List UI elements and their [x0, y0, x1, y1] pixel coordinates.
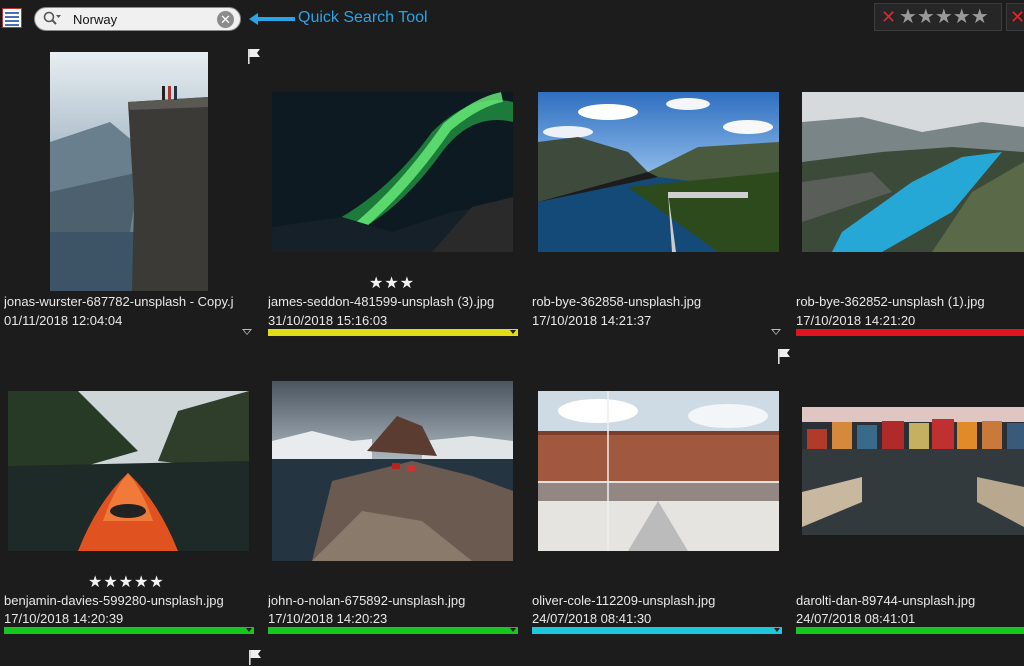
date: 17/10/2018 14:21:20: [796, 313, 916, 328]
clear-rating-icon[interactable]: ✕: [881, 7, 896, 27]
chevron-down-icon[interactable]: [771, 329, 781, 335]
filename: john-o-nolan-675892-unsplash.jpg: [268, 593, 466, 608]
search-icon[interactable]: [43, 11, 61, 27]
color-label-cyan[interactable]: [532, 627, 782, 634]
color-label-green[interactable]: [4, 627, 254, 634]
filename: oliver-cole-112209-unsplash.jpg: [532, 593, 716, 608]
star-rating[interactable]: ★★★: [369, 273, 415, 293]
arrow-left-icon: [249, 13, 295, 25]
photo[interactable]: [538, 391, 779, 551]
flag-icon[interactable]: [248, 649, 262, 665]
clear-search-icon[interactable]: ✕: [217, 11, 234, 28]
photo[interactable]: [802, 407, 1024, 535]
date: 24/07/2018 08:41:30: [532, 611, 652, 626]
color-label-yellow[interactable]: [268, 329, 518, 336]
chevron-down-icon[interactable]: [774, 628, 780, 632]
date: 24/07/2018 08:41:01: [796, 611, 916, 626]
color-label-red[interactable]: [796, 329, 1024, 336]
toolbar: ✕ Quick Search Tool ✕ ★★★★★ ✕: [0, 0, 1024, 38]
date: 17/10/2018 14:21:37: [532, 313, 652, 328]
callout-label: Quick Search Tool: [298, 9, 428, 26]
date: 01/11/2018 12:04:04: [4, 313, 123, 328]
flag-icon[interactable]: [247, 48, 261, 64]
color-label-filter[interactable]: ✕: [1006, 3, 1024, 31]
flag-icon[interactable]: [777, 348, 791, 364]
date: 17/10/2018 14:20:39: [4, 611, 124, 626]
filename: james-seddon-481599-unsplash (3).jpg: [268, 294, 495, 309]
filename: rob-bye-362852-unsplash (1).jpg: [796, 294, 985, 309]
chevron-down-icon[interactable]: [242, 329, 252, 335]
chevron-down-icon[interactable]: [510, 628, 516, 632]
star-rating[interactable]: ★★★★★: [88, 572, 165, 592]
date: 31/10/2018 15:16:03: [268, 313, 388, 328]
filename: jonas-wurster-687782-unsplash - Copy.j: [4, 294, 234, 309]
photo[interactable]: [538, 92, 779, 252]
quick-search-box[interactable]: ✕: [34, 7, 241, 31]
photo[interactable]: [272, 381, 513, 561]
rating-filter-stars[interactable]: ★★★★★: [899, 6, 989, 28]
rating-filter[interactable]: ✕ ★★★★★: [874, 3, 1002, 31]
photo[interactable]: [8, 391, 249, 551]
search-input[interactable]: [73, 10, 223, 28]
filename: darolti-dan-89744-unsplash.jpg: [796, 593, 976, 608]
grid-view-icon[interactable]: [2, 8, 22, 28]
filename: benjamin-davies-599280-unsplash.jpg: [4, 593, 224, 608]
photo[interactable]: [802, 92, 1024, 252]
color-label-green[interactable]: [268, 627, 518, 634]
clear-label-icon[interactable]: ✕: [1010, 7, 1024, 27]
photo[interactable]: [50, 52, 208, 291]
filename: rob-bye-362858-unsplash.jpg: [532, 294, 702, 309]
color-label-green[interactable]: [796, 627, 1024, 634]
photo[interactable]: [272, 92, 513, 252]
chevron-down-icon[interactable]: [510, 330, 516, 334]
chevron-down-icon[interactable]: [246, 628, 252, 632]
date: 17/10/2018 14:20:23: [268, 611, 388, 626]
